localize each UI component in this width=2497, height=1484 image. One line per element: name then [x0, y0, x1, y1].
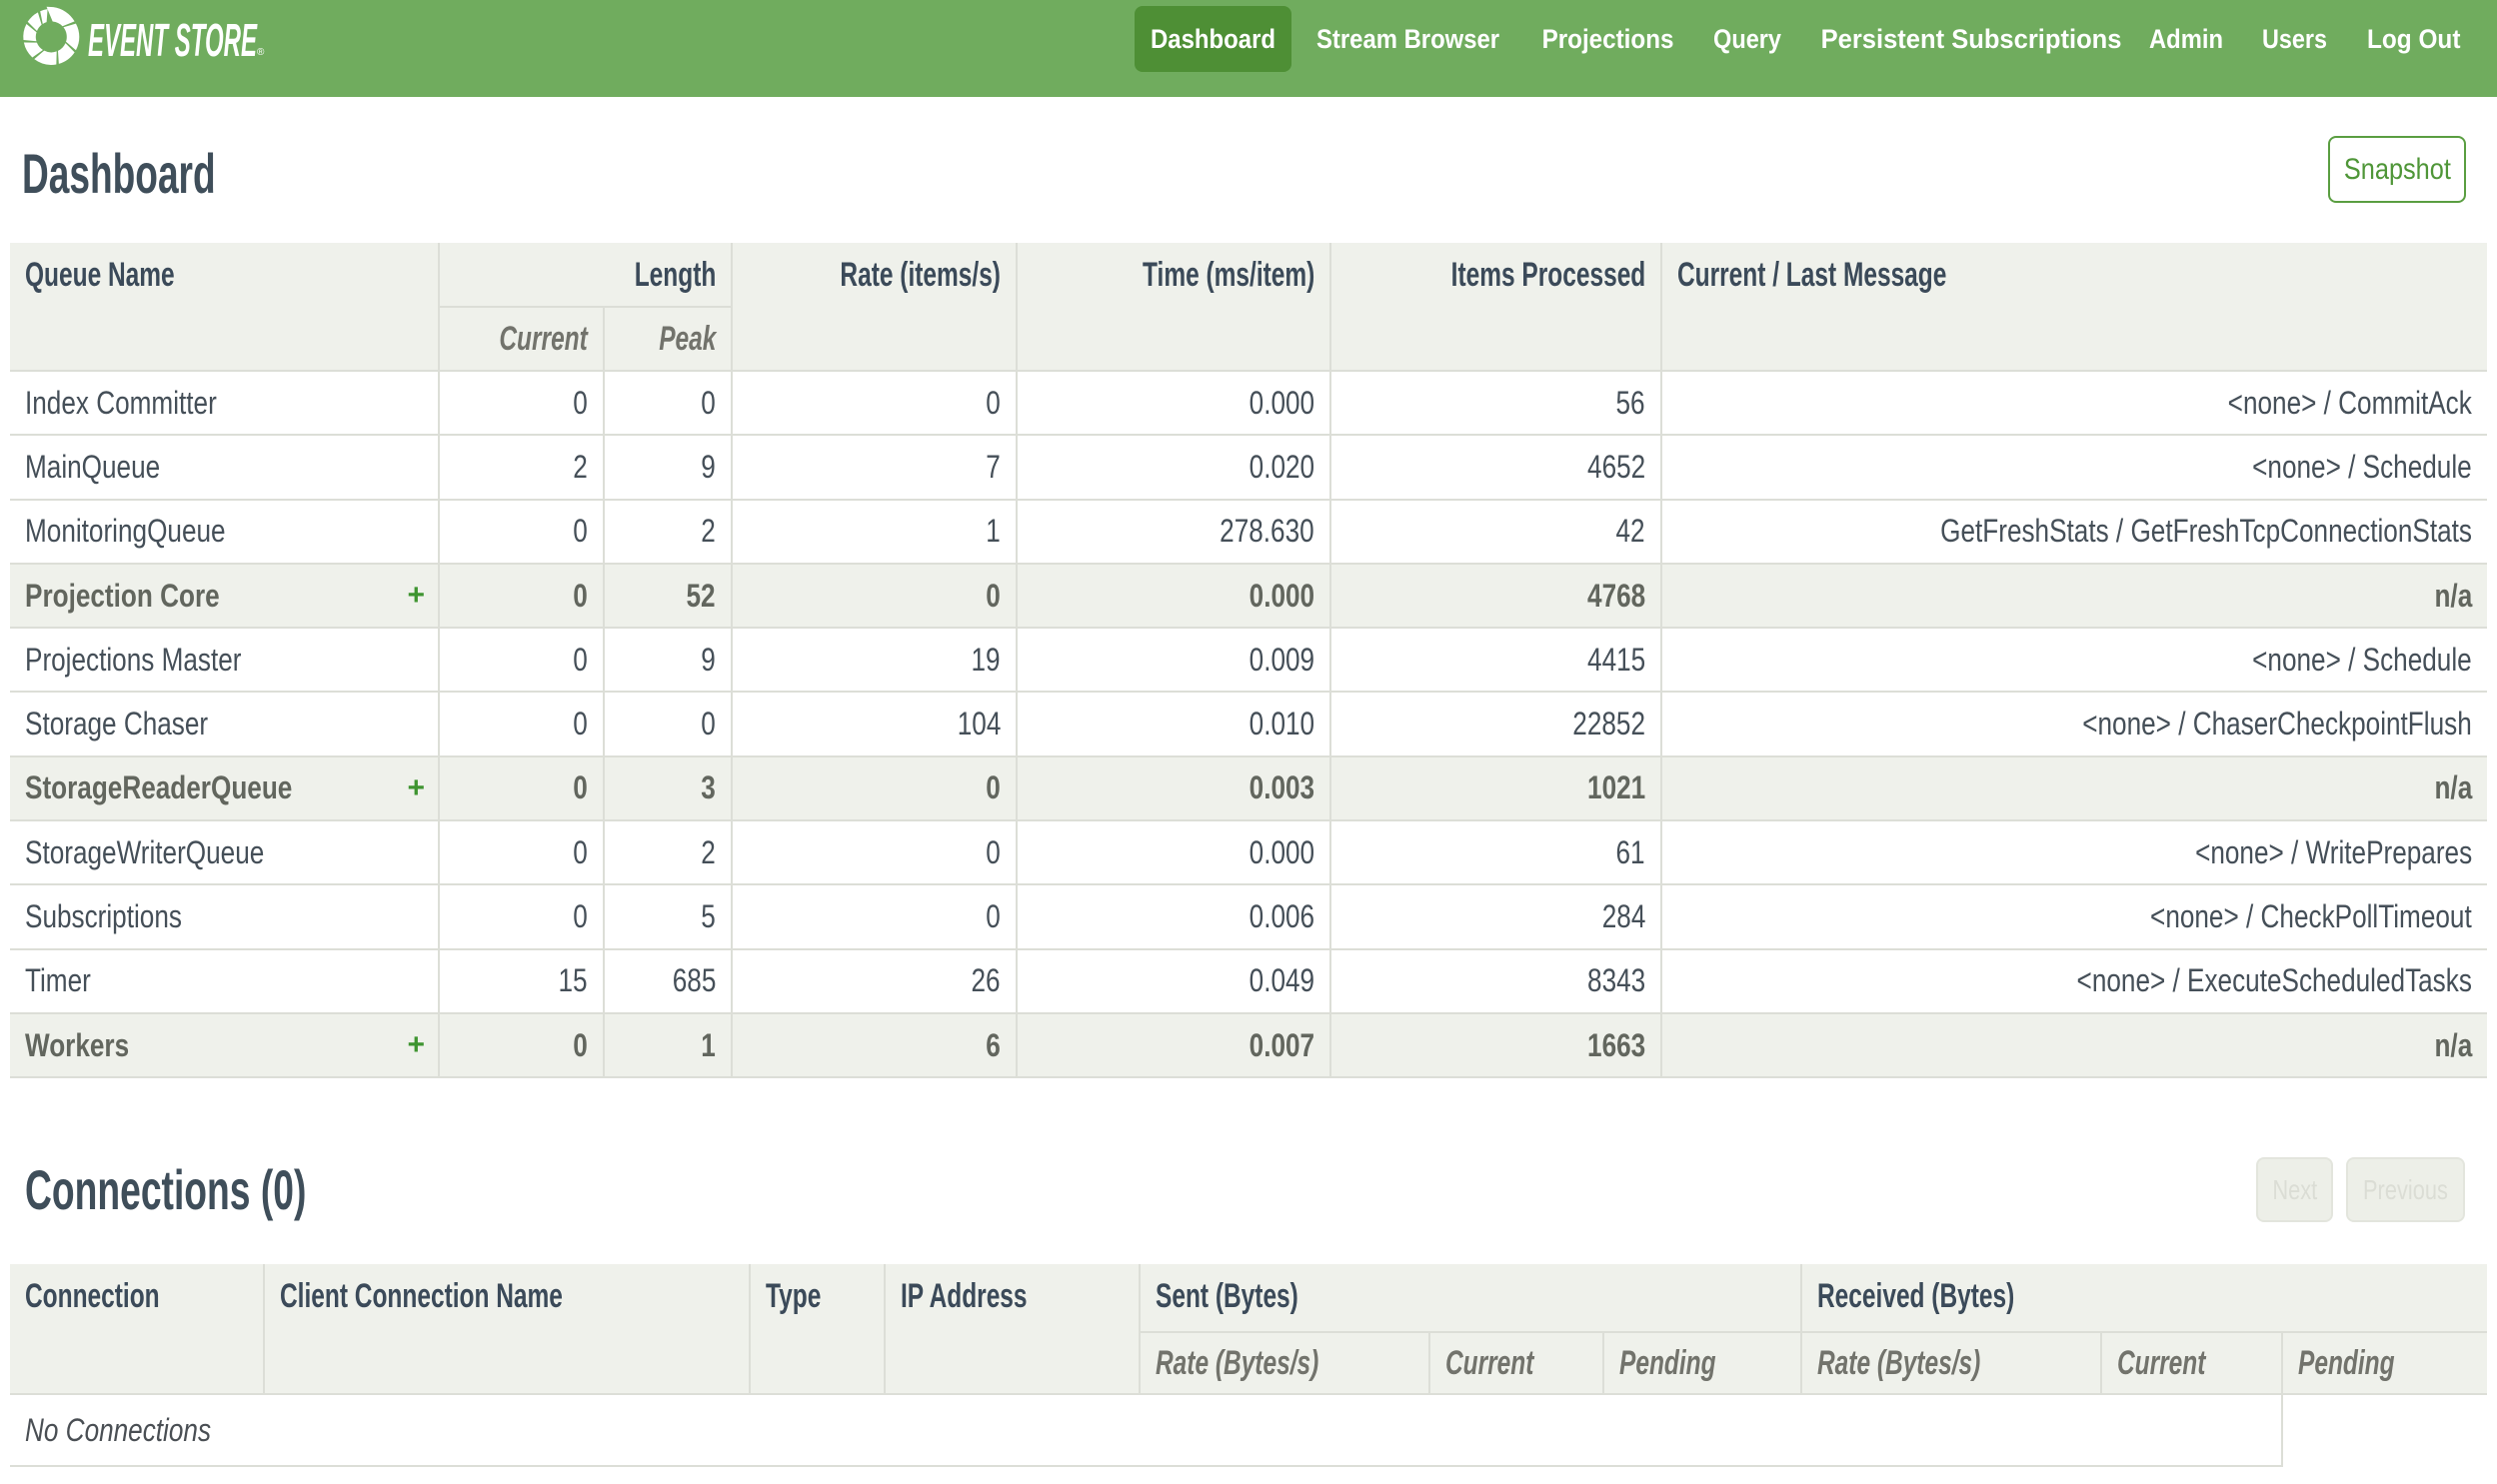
svg-text:®: ®	[257, 47, 265, 58]
svg-text:EVENT STORE: EVENT STORE	[88, 14, 258, 66]
